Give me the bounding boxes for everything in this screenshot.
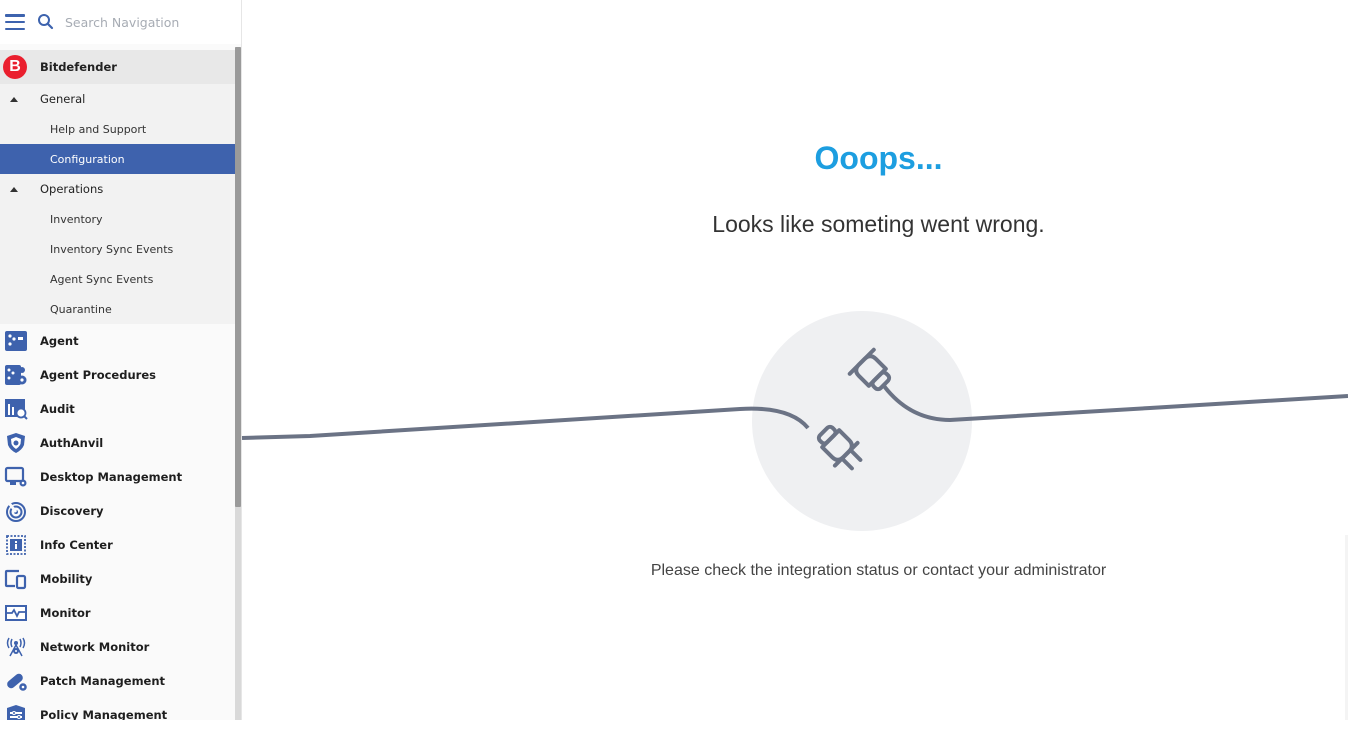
sidebar-item-authanvil[interactable]: AuthAnvil: [0, 426, 235, 460]
sidebar-item-label: Audit: [40, 402, 75, 416]
main-content: Ooops... Looks like someting went wrong.…: [242, 0, 1348, 735]
sidebar-item-help-and-support[interactable]: Help and Support: [0, 114, 235, 144]
agent-procedures-icon: [3, 363, 29, 387]
error-subtitle: Looks like someting went wrong.: [712, 211, 1045, 237]
sidebar-item-audit[interactable]: Audit: [0, 392, 235, 426]
agent-icon: [3, 329, 29, 353]
sidebar-item-discovery[interactable]: Discovery: [0, 494, 235, 528]
sidebar-topbar: [0, 0, 241, 44]
sidebar-item-label: Agent: [40, 334, 79, 348]
info-icon: [3, 533, 29, 557]
error-title: Ooops...: [814, 140, 943, 176]
sidebar-item-patch-management[interactable]: Patch Management: [0, 664, 235, 698]
sidebar-item-agent-sync-events[interactable]: Agent Sync Events: [0, 264, 235, 294]
sidebar-item-label: Agent Procedures: [40, 368, 156, 382]
search-icon[interactable]: [37, 13, 55, 31]
desktop-gear-icon: [3, 465, 29, 489]
caret-up-icon: [0, 96, 40, 102]
mobile-devices-icon: [3, 567, 29, 591]
sidebar-item-network-monitor[interactable]: Network Monitor: [0, 630, 235, 664]
sidebar-item-mobility[interactable]: Mobility: [0, 562, 235, 596]
hamburger-icon[interactable]: [5, 14, 25, 30]
sidebar-item-monitor[interactable]: Monitor: [0, 596, 235, 630]
sidebar-item-bitdefender[interactable]: B Bitdefender: [0, 50, 235, 84]
sidebar-item-agent-procedures[interactable]: Agent Procedures: [0, 358, 235, 392]
sidebar-item-label: Patch Management: [40, 674, 166, 688]
sidebar-item-policy-management[interactable]: Policy Management: [0, 698, 235, 720]
patch-gear-icon: [3, 669, 29, 693]
shield-icon: [3, 431, 29, 455]
sidebar-item-label: Desktop Management: [40, 470, 183, 484]
policy-icon: [3, 703, 29, 720]
sidebar-group-general[interactable]: General: [0, 84, 235, 114]
sidebar-item-label: Discovery: [40, 504, 104, 518]
caret-up-icon: [0, 186, 40, 192]
sidebar-item-inventory-sync-events[interactable]: Inventory Sync Events: [0, 234, 235, 264]
sidebar-item-label: Network Monitor: [40, 640, 150, 654]
sidebar-item-label: AuthAnvil: [40, 436, 104, 450]
sidebar-group-label: General: [40, 92, 86, 106]
sidebar-item-label: Monitor: [40, 606, 91, 620]
sidebar-item-desktop-management[interactable]: Desktop Management: [0, 460, 235, 494]
sidebar-item-agent[interactable]: Agent: [0, 324, 235, 358]
network-antenna-icon: [3, 635, 29, 659]
sidebar: B Bitdefender General Help and Support C…: [0, 0, 242, 720]
sidebar-item-configuration[interactable]: Configuration: [0, 144, 235, 174]
sidebar-item-inventory[interactable]: Inventory: [0, 204, 235, 234]
sidebar-item-label: Bitdefender: [40, 60, 117, 74]
search-navigation-input[interactable]: [63, 11, 233, 33]
sidebar-group-label: Operations: [40, 182, 104, 196]
radar-icon: [3, 499, 29, 523]
sidebar-item-info-center[interactable]: Info Center: [0, 528, 235, 562]
error-hint: Please check the integration status or c…: [650, 562, 1107, 579]
audit-icon: [3, 397, 29, 421]
sidebar-item-label: Mobility: [40, 572, 93, 586]
monitor-pulse-icon: [3, 601, 29, 625]
navigation-tree: B Bitdefender General Help and Support C…: [0, 50, 235, 720]
sidebar-item-label: Policy Management: [40, 708, 168, 720]
sidebar-scrollbar-thumb[interactable]: [235, 47, 241, 507]
sidebar-item-label: Info Center: [40, 538, 113, 552]
bitdefender-logo-icon: B: [3, 55, 27, 79]
sidebar-group-operations[interactable]: Operations: [0, 174, 235, 204]
sidebar-item-quarantine[interactable]: Quarantine: [0, 294, 235, 324]
